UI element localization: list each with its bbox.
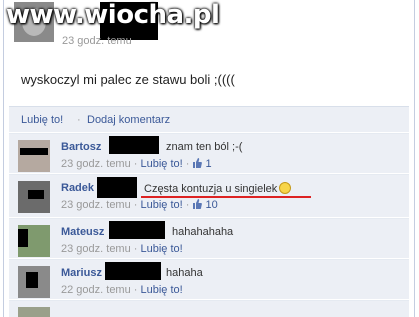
watermark-logo: www.wiocha.pl: [6, 0, 220, 30]
post-actions-bar: Lubię to! · Dodaj komentarz: [9, 106, 409, 132]
comment-time[interactable]: 22 godz. temu: [61, 284, 131, 296]
commenter-name[interactable]: Radek: [61, 182, 94, 194]
comment-time[interactable]: 23 godz. temu: [61, 243, 131, 255]
thumbs-up-icon: [192, 199, 203, 209]
redaction-block: [109, 221, 165, 239]
post-timestamp[interactable]: 23 godz. temu: [62, 35, 132, 47]
comment-like-link[interactable]: Lubię to!: [141, 243, 183, 255]
commenter-avatar[interactable]: [18, 140, 50, 172]
comment-like-count[interactable]: 1: [206, 158, 212, 170]
commenter-name[interactable]: Mariusz: [61, 267, 102, 279]
thumbs-up-icon: [192, 158, 203, 168]
smiley-icon: [279, 182, 292, 194]
redaction-block: [105, 262, 161, 280]
commenter-avatar[interactable]: [18, 225, 50, 257]
comment-meta: 23 godz. temu · Lubię to! · 1: [61, 158, 212, 170]
comment-text: hahahahaha: [172, 226, 234, 238]
comment-item: Mateusz hahahahaha 23 godz. temu · Lubię…: [9, 218, 409, 258]
comment-meta: 23 godz. temu · Lubię to!: [61, 243, 183, 255]
commenter-avatar[interactable]: [18, 266, 50, 298]
comment-like-link[interactable]: Lubię to!: [141, 199, 183, 211]
comment-like-count[interactable]: 10: [206, 199, 218, 211]
separator: ·: [77, 114, 81, 126]
comment-item: Bartosz znam ten ból ;-( 23 godz. temu ·…: [9, 133, 409, 173]
comment-time[interactable]: 23 godz. temu: [61, 158, 131, 170]
comment-text: znam ten ból ;-(: [166, 141, 243, 153]
like-link[interactable]: Lubię to!: [21, 114, 63, 126]
comment-time[interactable]: 23 godz. temu: [61, 199, 131, 211]
comment-meta: 22 godz. temu · Lubię to!: [61, 284, 183, 296]
comment-text: hahaha: [166, 267, 203, 279]
comment-item: [9, 300, 409, 317]
comment-text: Częsta kontuzja u singielek: [144, 182, 292, 195]
commenter-avatar[interactable]: [18, 181, 50, 213]
commenter-avatar[interactable]: [18, 307, 50, 317]
commenter-name[interactable]: Bartosz: [61, 141, 101, 153]
redaction-block: [97, 177, 137, 198]
comment-like-link[interactable]: Lubię to!: [141, 284, 183, 296]
redaction-block: [109, 136, 159, 154]
commenter-name[interactable]: Mateusz: [61, 226, 104, 238]
post-text: wyskoczyl mi palec ze stawu boli ;((((: [21, 72, 235, 87]
add-comment-link[interactable]: Dodaj komentarz: [87, 114, 170, 126]
highlight-underline: [141, 196, 311, 198]
comment-item: Mariusz hahaha 22 godz. temu · Lubię to!: [9, 259, 409, 299]
comment-like-link[interactable]: Lubię to!: [141, 158, 183, 170]
comment-meta: 23 godz. temu · Lubię to! · 10: [61, 199, 218, 211]
